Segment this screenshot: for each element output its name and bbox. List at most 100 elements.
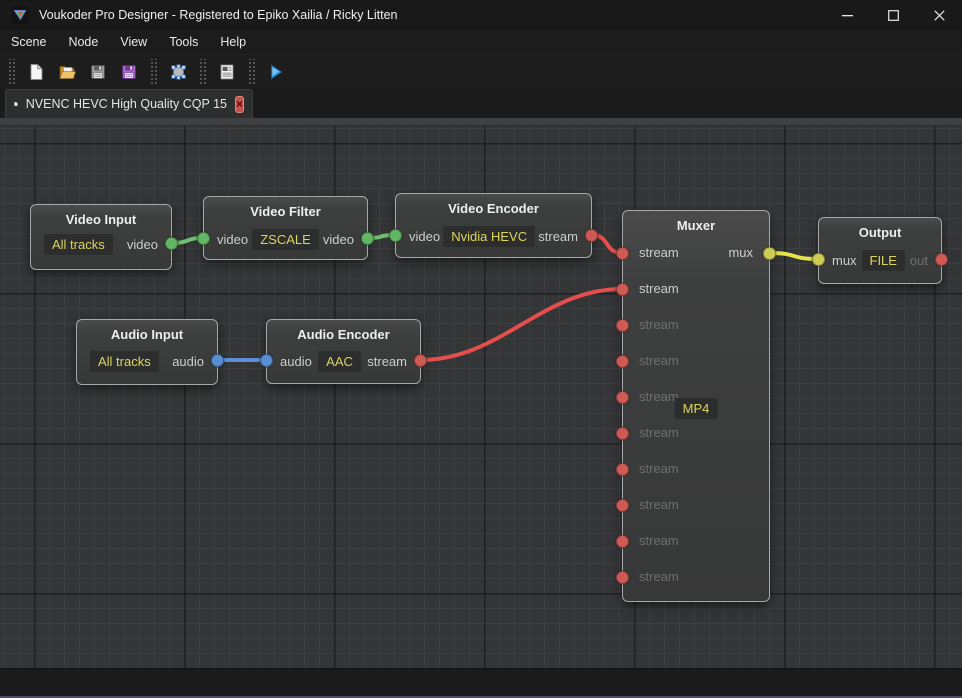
toolbar-grip-handle[interactable] [198,59,207,85]
muxer-port-0[interactable] [616,247,629,260]
run-button[interactable] [263,59,289,85]
node-title: Audio Encoder [267,327,420,342]
menu-item-scene[interactable]: Scene [0,31,57,53]
menu-item-help[interactable]: Help [209,31,257,53]
video-filter-selector[interactable]: ZSCALE [252,229,319,250]
output-port-label: mux [832,253,857,268]
muxer-stream-port-label: stream [639,569,679,584]
maximize-button[interactable] [870,0,916,30]
tab-close-button[interactable]: × [235,96,244,113]
muxer-port-8[interactable] [616,535,629,548]
save-icon [89,63,107,81]
maximize-icon [888,10,899,21]
muxer-stream-port-label: stream [639,533,679,548]
video-filter-port-0[interactable] [197,232,210,245]
save-as-button[interactable] [116,59,142,85]
window-title: Voukoder Pro Designer - Registered to Ep… [39,8,824,22]
node-audio-encoder[interactable]: Audio EncoderaudioAACstream [266,319,421,384]
new-file-button[interactable] [23,59,49,85]
video-filter-port-label: video [323,232,354,247]
video-input-port-0[interactable] [165,237,178,250]
muxer-port-6[interactable] [616,463,629,476]
video-encoder-port-label: video [409,229,440,244]
node-content-row: All tracks video [44,232,158,256]
save-button[interactable] [85,59,111,85]
video-input-selector[interactable]: All tracks [44,234,113,255]
node-content-row: All tracks audio [90,349,204,373]
close-button[interactable] [916,0,962,30]
toolbar-grip-handle[interactable] [149,59,158,85]
muxer-stream-port-label: stream [639,425,679,440]
node-video-filter[interactable]: Video Filter video ZSCALE video [203,196,368,260]
video-encoder-port-1[interactable] [585,229,598,242]
output-selector[interactable]: FILE [862,250,905,271]
tab-label: NVENC HEVC High Quality CQP 15 [26,97,227,111]
audio-input-selector[interactable]: All tracks [90,351,159,372]
file-icon [14,96,18,112]
muxer-port-2[interactable] [616,319,629,332]
node-audio-input[interactable]: Audio Input All tracks audio [76,319,218,385]
node-content-row: videoNvidia HEVCstream [409,224,578,248]
muxer-stream-port-label: stream [639,461,679,476]
node-muxer[interactable]: Muxerstreamstreamstreamstreamstreamstrea… [622,210,770,602]
toolbar-grip-handle[interactable] [247,59,256,85]
tab-active[interactable]: NVENC HEVC High Quality CQP 15 × [5,89,253,118]
node-title: Video Filter [204,204,367,219]
node-video-input[interactable]: Video Input All tracks video [30,204,172,270]
muxer-port-3[interactable] [616,355,629,368]
muxer-port-9[interactable] [616,571,629,584]
menu-item-node[interactable]: Node [57,31,109,53]
canvas-top-edge [0,118,962,126]
node-title: Video Encoder [396,201,591,216]
muxer-port-10[interactable] [763,247,776,260]
save-as-icon [120,63,138,81]
app-window: Voukoder Pro Designer - Registered to Ep… [0,0,962,698]
node-output[interactable]: OutputmuxFILEout [818,217,942,284]
video-filter-port-1[interactable] [361,232,374,245]
audio-encoder-selector[interactable]: AAC [318,351,361,372]
video-filter-port-label: video [217,232,248,247]
node-content-row: video ZSCALE video [217,227,354,251]
new-file-icon [27,63,45,81]
video-encoder-port-0[interactable] [389,229,402,242]
wire-audio-encoder-to-muxer[interactable] [421,289,622,360]
open-file-icon [58,63,77,81]
muxer-port-7[interactable] [616,499,629,512]
node-title: Audio Input [77,327,217,342]
muxer-port-1[interactable] [616,283,629,296]
app-logo-icon [11,6,29,24]
minimize-button[interactable] [824,0,870,30]
menu-item-tools[interactable]: Tools [158,31,209,53]
node-title: Video Input [31,212,171,227]
video-encoder-selector[interactable]: Nvidia HEVC [443,226,535,247]
minimize-icon [842,10,853,21]
close-icon [934,10,945,21]
canvas[interactable]: Video Input All tracks video Video Filter vi… [0,126,962,668]
audio-input-port-0[interactable] [211,354,224,367]
wire-muxer-to-output[interactable] [770,253,818,259]
open-file-button[interactable] [54,59,80,85]
muxer-port-5[interactable] [616,427,629,440]
audio-input-port-label: audio [172,354,204,369]
audio-encoder-port-1[interactable] [414,354,427,367]
scene-node-icon [169,63,188,81]
node-video-encoder[interactable]: Video Encoder videoNvidia HEVCstream [395,193,592,258]
video-input-port-label: video [127,237,158,252]
log-report-button[interactable] [214,59,240,85]
menu-item-view[interactable]: View [109,31,158,53]
muxer-stream-port-label: stream [639,497,679,512]
node-content-row: audioAACstream [280,349,407,373]
muxer-format-selector[interactable]: MP4 [675,398,718,419]
output-port-0[interactable] [812,253,825,266]
output-port-1[interactable] [935,253,948,266]
scene-node-button[interactable] [165,59,191,85]
toolbar-grip-handle[interactable] [7,59,16,85]
audio-encoder-port-label: stream [367,354,407,369]
muxer-stream-port-label: stream [639,389,679,404]
muxer-stream-port-label: stream [639,317,679,332]
menu-bar: SceneNodeViewToolsHelp [0,30,962,54]
log-report-icon [218,63,236,81]
tab-bar: NVENC HEVC High Quality CQP 15 × [0,88,962,118]
audio-encoder-port-0[interactable] [260,354,273,367]
muxer-port-4[interactable] [616,391,629,404]
